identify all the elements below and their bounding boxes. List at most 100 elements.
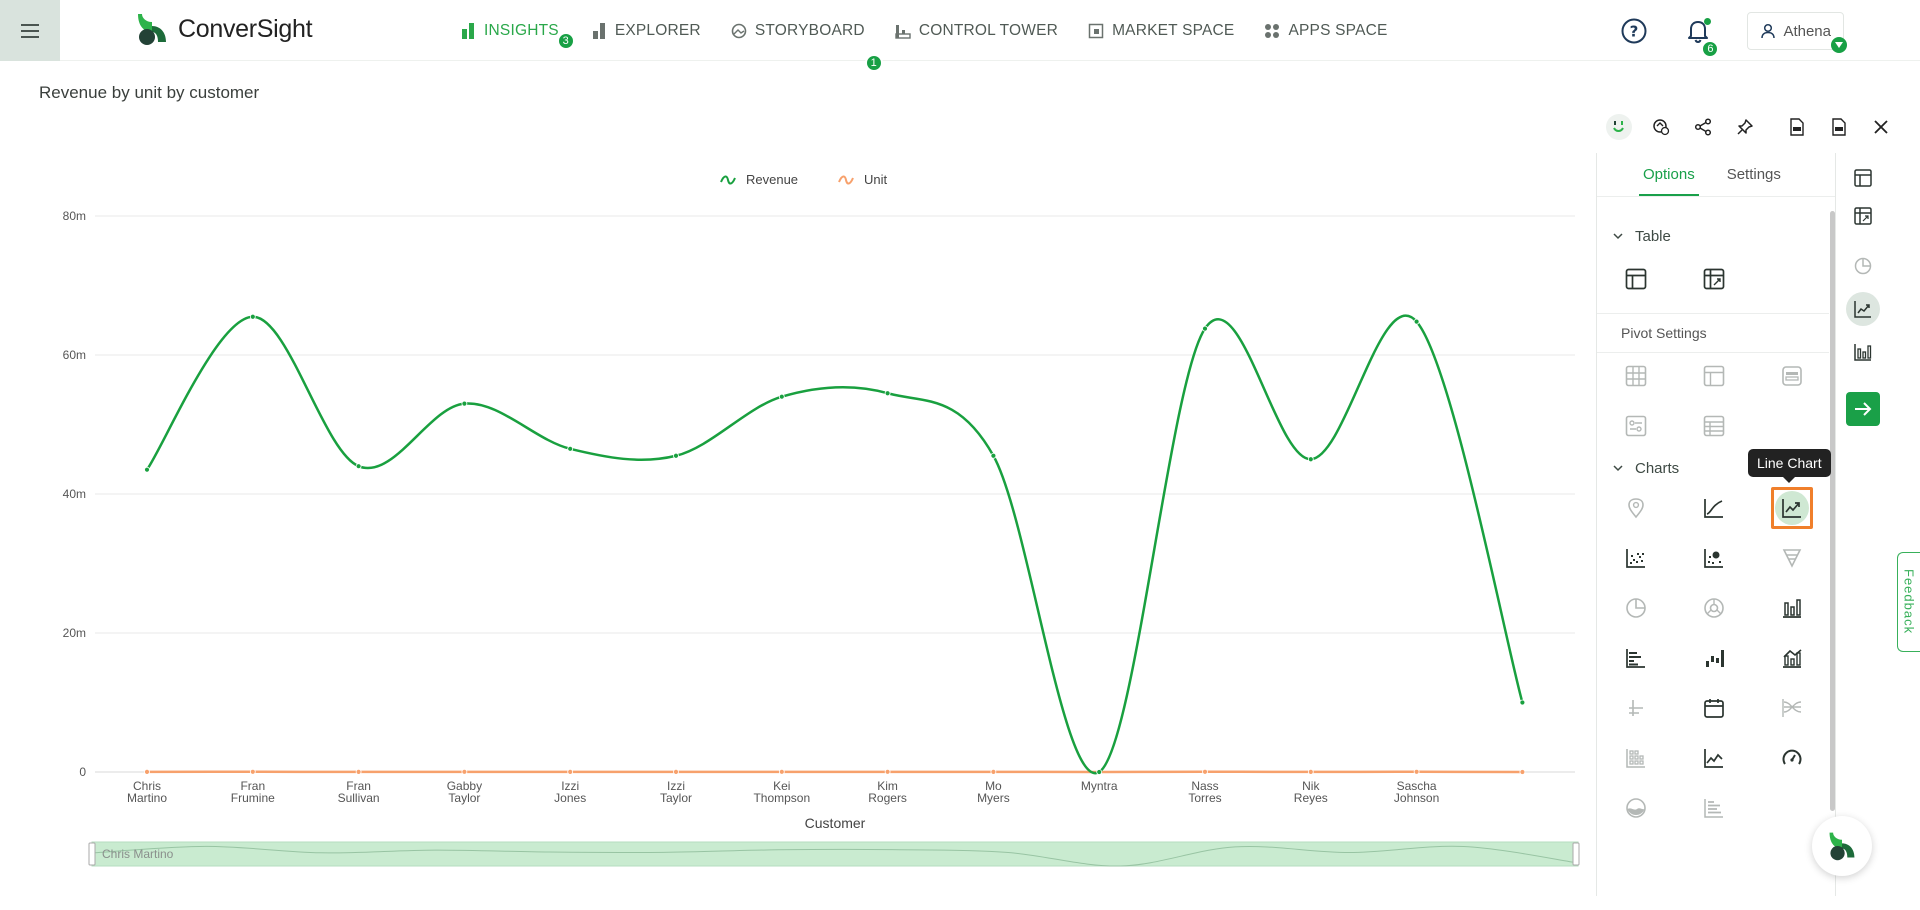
pivot-layout-option[interactable]: [1693, 355, 1735, 397]
data-zoom-left-handle[interactable]: [88, 842, 96, 866]
series-line-revenue: [145, 314, 1524, 775]
sankey-chart-option[interactable]: [1771, 687, 1813, 729]
close-panel-button[interactable]: [1868, 114, 1894, 140]
export-pdf-button[interactable]: [1784, 114, 1810, 140]
gantt-chart-option[interactable]: [1693, 787, 1735, 829]
data-point-unit: [1307, 768, 1314, 775]
pivot-table-icon: [1854, 207, 1872, 225]
combo-chart-option[interactable]: [1771, 637, 1813, 679]
insights-icon: [462, 22, 474, 39]
data-point-revenue: [144, 466, 150, 473]
pin-button[interactable]: [1732, 114, 1758, 140]
share-button[interactable]: [1690, 114, 1716, 140]
area-line-chart-option[interactable]: [1693, 737, 1735, 779]
share-icon: [1694, 118, 1712, 136]
apps-space-icon: [1265, 23, 1280, 38]
bar-chart-option[interactable]: [1615, 637, 1657, 679]
feedback-tab[interactable]: Feedback: [1897, 552, 1920, 652]
panel-tabs: Options Settings: [1597, 153, 1835, 197]
rows-icon: [1782, 366, 1802, 386]
y-tick-label: 60m: [63, 348, 86, 362]
table-section-header[interactable]: Table: [1597, 224, 1671, 248]
top-navigation-bar: ConverSight INSIGHTS 3 EXPLORER STORYBOA…: [0, 0, 1920, 72]
user-menu-button[interactable]: Athena: [1747, 12, 1847, 53]
panel-scrollbar[interactable]: [1830, 211, 1835, 811]
pivot-filters-option[interactable]: [1615, 405, 1657, 447]
x-tick-label: Mo Myers: [977, 779, 1010, 805]
export-excel-button[interactable]: [1826, 114, 1852, 140]
funnel-chart-option[interactable]: [1771, 537, 1813, 579]
bubble-chart-option[interactable]: [1693, 537, 1735, 579]
nav-item-market-space[interactable]: MARKET SPACE: [1088, 22, 1234, 40]
data-point-unit: [461, 768, 468, 775]
rail-pie-button[interactable]: [1846, 254, 1880, 278]
chart-type-grid: [1615, 487, 1813, 829]
x-tick-label: Kim Rogers: [868, 779, 907, 805]
table-options-grid: [1615, 258, 1813, 300]
tab-options[interactable]: Options: [1639, 153, 1699, 196]
data-point-revenue: [1519, 699, 1526, 706]
pivot-rows-option[interactable]: [1771, 355, 1813, 397]
list-table-icon: [1703, 415, 1725, 437]
spline-chart-option[interactable]: [1693, 487, 1735, 529]
data-point-revenue: [1307, 456, 1314, 463]
rail-table-button[interactable]: [1846, 166, 1880, 190]
pivot-list-option[interactable]: [1693, 405, 1735, 447]
line-chart-option[interactable]: [1771, 487, 1813, 529]
waterfall-chart-option[interactable]: [1693, 637, 1735, 679]
charts-section-header[interactable]: Charts: [1597, 456, 1679, 480]
column-chart-icon: [1854, 344, 1872, 361]
column-chart-option[interactable]: [1771, 587, 1813, 629]
nav-item-storyboard[interactable]: STORYBOARD 1: [731, 22, 883, 72]
rail-column-button[interactable]: [1846, 340, 1880, 364]
gauge-chart-option[interactable]: [1771, 737, 1813, 779]
rail-pivot-button[interactable]: [1846, 204, 1880, 228]
table-icon: [1854, 169, 1872, 187]
nav-item-insights[interactable]: INSIGHTS 3: [462, 22, 575, 50]
y-tick-label: 0: [79, 765, 86, 779]
column-chart-icon: [1783, 599, 1801, 618]
ai-assistant-button[interactable]: [1606, 114, 1632, 140]
hamburger-menu-button[interactable]: [0, 0, 60, 61]
data-point-revenue: [1202, 325, 1208, 332]
pivot-grid-option[interactable]: [1615, 355, 1657, 397]
x-tick-label: Chris Martino: [127, 779, 167, 805]
bubble-chart-icon: [1704, 549, 1723, 568]
pivot-settings-label: Pivot Settings: [1597, 313, 1829, 353]
heatmap-chart-option[interactable]: [1615, 737, 1657, 779]
section-title: Charts: [1635, 459, 1680, 477]
nav-item-apps-space[interactable]: APPS SPACE: [1264, 22, 1387, 40]
donut-chart-icon: [1704, 598, 1724, 618]
data-point-revenue: [249, 313, 256, 320]
rail-line-button[interactable]: [1846, 292, 1880, 326]
x-tick-label: Myntra: [1081, 779, 1118, 793]
data-point-unit: [144, 768, 150, 775]
header-actions: ? 6 Athena: [1619, 12, 1847, 58]
apply-chart-button[interactable]: [1846, 392, 1880, 426]
donut-chart-option[interactable]: [1693, 587, 1735, 629]
notifications-button[interactable]: 6: [1683, 16, 1720, 58]
tab-settings[interactable]: Settings: [1727, 153, 1781, 196]
cross-chart-option[interactable]: [1615, 687, 1657, 729]
refresh-data-button[interactable]: [1648, 114, 1674, 140]
assistant-launcher-button[interactable]: [1812, 816, 1872, 876]
data-zoom-right-handle[interactable]: [1572, 842, 1580, 866]
map-chart-option[interactable]: [1615, 487, 1657, 529]
nav-item-control-tower[interactable]: CONTROL TOWER: [895, 22, 1058, 40]
scatter-chart-option[interactable]: [1615, 537, 1657, 579]
pivot-table-option[interactable]: [1693, 258, 1735, 300]
liquid-fill-chart-option[interactable]: [1615, 787, 1657, 829]
x-tick-label: Nass Torres: [1188, 779, 1221, 805]
scatter-chart-icon: [1626, 549, 1645, 568]
data-point-revenue: [884, 390, 891, 397]
nav-item-explorer[interactable]: EXPLORER: [592, 22, 701, 40]
pivot-options-grid: [1615, 355, 1813, 447]
user-icon: [1761, 23, 1776, 39]
calendar-chart-option[interactable]: [1693, 687, 1735, 729]
table-view-option[interactable]: [1615, 258, 1657, 300]
data-point-unit: [1202, 768, 1208, 775]
app-logo[interactable]: ConverSight: [134, 12, 313, 46]
liquid-gauge-icon: [1626, 798, 1646, 818]
help-button[interactable]: ?: [1619, 16, 1649, 46]
pie-chart-option[interactable]: [1615, 587, 1657, 629]
